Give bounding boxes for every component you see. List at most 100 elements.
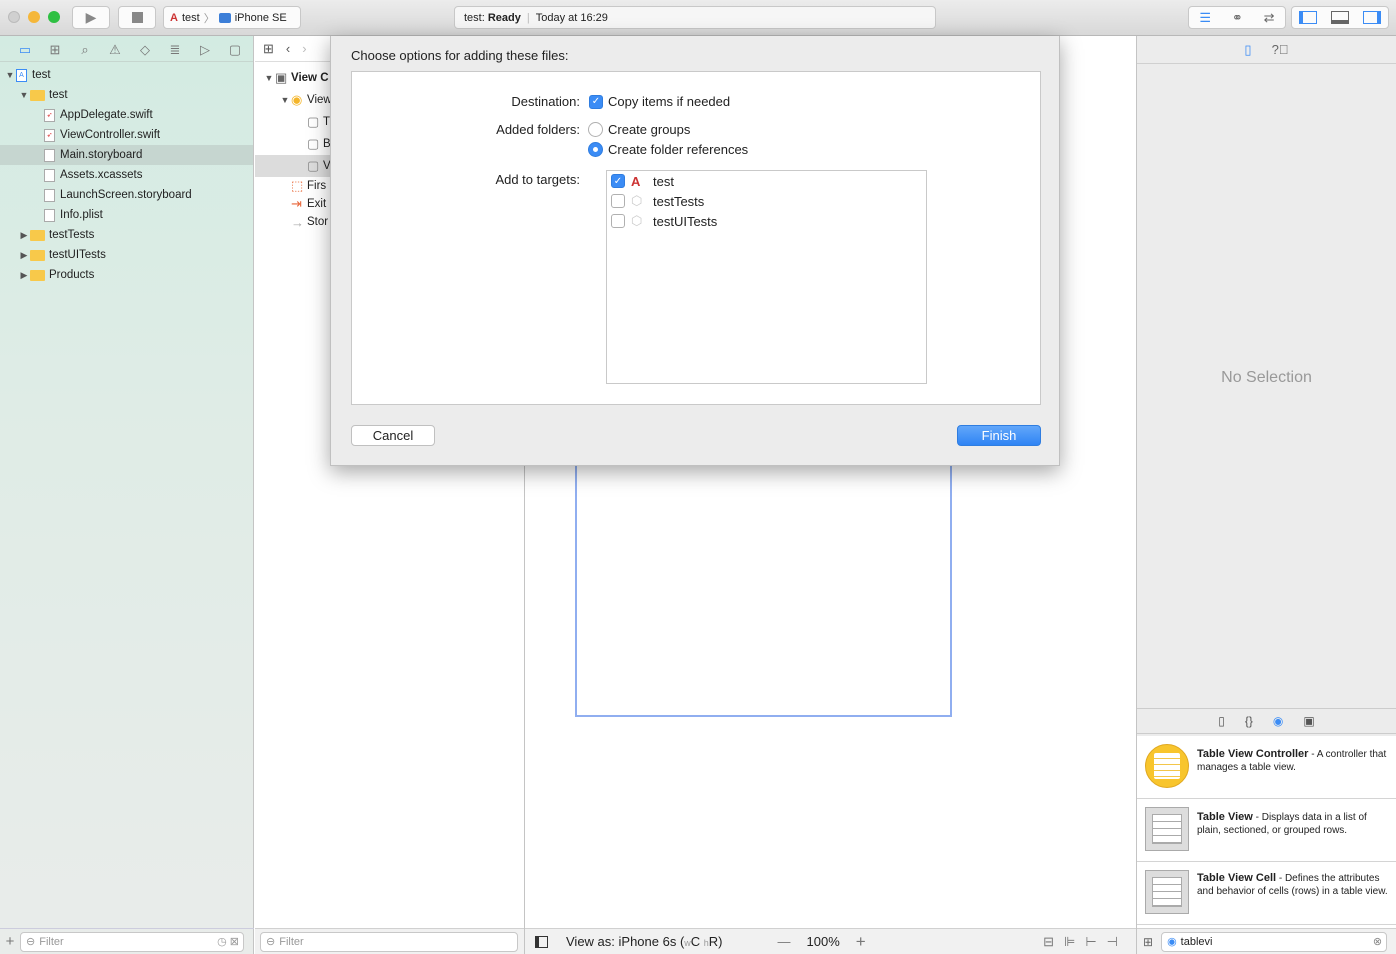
navigator-filter-input[interactable]: ⊖ Filter ◷ ⊠ bbox=[20, 931, 244, 952]
help-icon[interactable]: ?⃝ bbox=[1272, 42, 1289, 57]
checkbox-icon[interactable] bbox=[611, 194, 625, 208]
file-template-icon[interactable]: ▯ bbox=[1218, 714, 1225, 728]
disclosure-icon[interactable]: ▼ bbox=[263, 73, 275, 83]
media-library-icon[interactable]: ▣ bbox=[1303, 714, 1314, 728]
activity-status: test: Ready | Today at 16:29 bbox=[454, 6, 936, 29]
report-icon[interactable]: ▢ bbox=[220, 42, 250, 61]
disclosure-icon[interactable]: ▼ bbox=[18, 90, 30, 100]
warning-icon[interactable]: ⚠ bbox=[100, 42, 130, 61]
view-controller-scene[interactable] bbox=[575, 466, 952, 717]
run-button[interactable]: ▶ bbox=[72, 6, 110, 29]
grid-view-icon[interactable]: ⊞ bbox=[1143, 935, 1153, 949]
create-groups-radio[interactable]: Create groups bbox=[588, 122, 690, 137]
file-tree-item[interactable]: ▼ test bbox=[0, 85, 253, 105]
add-targets-label: Add to targets: bbox=[495, 172, 580, 187]
stop-button[interactable] bbox=[118, 6, 156, 29]
debug-icon[interactable]: ≣ bbox=[160, 42, 190, 61]
table-view-controller-icon bbox=[1145, 744, 1189, 788]
play-icon: ▶ bbox=[85, 9, 97, 25]
filter-icon: ◉ bbox=[1167, 936, 1177, 948]
file-name: test bbox=[32, 69, 51, 81]
file-tree-item[interactable]: Assets.xcassets bbox=[0, 165, 253, 185]
create-folder-refs-label: Create folder references bbox=[608, 142, 749, 157]
file-tree-item[interactable]: Info.plist bbox=[0, 205, 253, 225]
file-name: test bbox=[49, 89, 68, 101]
folder-icon[interactable]: ▭ bbox=[10, 42, 40, 61]
assets-file-icon bbox=[44, 168, 55, 182]
forward-icon[interactable]: › bbox=[302, 41, 306, 56]
finish-button[interactable]: Finish bbox=[957, 425, 1041, 446]
outline-filter-input[interactable]: ⊖ Filter bbox=[260, 931, 518, 952]
disclosure-icon[interactable]: ▶ bbox=[18, 270, 30, 281]
view-as-label: View as: iPhone 6s ( bbox=[566, 934, 685, 949]
minimize-window-button[interactable] bbox=[28, 11, 40, 23]
file-tree-item[interactable]: LaunchScreen.storyboard bbox=[0, 185, 253, 205]
copy-items-label: Copy items if needed bbox=[608, 94, 731, 109]
assistant-editor-icon[interactable]: ⚭ bbox=[1232, 10, 1243, 26]
view-as-button[interactable]: View as: iPhone 6s (wC hR) bbox=[566, 934, 723, 949]
file-tree-item[interactable]: ▶ Products bbox=[0, 265, 253, 285]
target-item[interactable]: ⬡ testTests bbox=[607, 191, 926, 211]
library-item[interactable]: Table View Controller - A controller tha… bbox=[1137, 736, 1396, 799]
outline-toggle-icon[interactable] bbox=[535, 935, 548, 948]
version-editor-icon[interactable]: ⇄ bbox=[1264, 10, 1275, 26]
copy-items-checkbox[interactable]: ✓ Copy items if needed bbox=[589, 94, 730, 109]
target-item[interactable]: ⬡ testUITests bbox=[607, 211, 926, 231]
file-name: ViewController.swift bbox=[60, 129, 161, 141]
file-tree-item[interactable]: ▶ testUITests bbox=[0, 245, 253, 265]
folder-icon bbox=[30, 89, 45, 101]
file-inspector-icon[interactable]: ▯ bbox=[1244, 42, 1251, 58]
cancel-button[interactable]: Cancel bbox=[351, 425, 435, 446]
search-icon[interactable]: ⌕ bbox=[70, 42, 100, 61]
breakpoint-icon[interactable]: ▷ bbox=[190, 42, 220, 61]
library-search-input[interactable]: ◉ tablevi ⊗ bbox=[1161, 931, 1388, 952]
zoom-window-button[interactable] bbox=[48, 11, 60, 23]
clear-search-icon[interactable]: ⊗ bbox=[1373, 935, 1386, 948]
standard-editor-icon[interactable]: ☰ bbox=[1199, 10, 1211, 26]
back-icon[interactable]: ‹ bbox=[286, 41, 290, 56]
object-library-icon[interactable]: ◉ bbox=[1273, 714, 1283, 728]
status-time: Today at 16:29 bbox=[535, 11, 608, 24]
test-icon[interactable]: ◇ bbox=[130, 42, 160, 61]
disclosure-icon[interactable]: ▶ bbox=[18, 250, 30, 261]
layout-tools-icons[interactable]: ⊟⊫⊢⊣ bbox=[1043, 934, 1128, 950]
disclosure-icon[interactable]: ▼ bbox=[279, 95, 291, 105]
outline-label: View bbox=[307, 94, 332, 106]
zoom-out-icon[interactable]: — bbox=[778, 934, 791, 949]
file-tree-item[interactable]: ▶ testTests bbox=[0, 225, 253, 245]
inspector-toggle-icon[interactable] bbox=[1363, 11, 1381, 24]
file-tree-item[interactable]: ➶ ViewController.swift bbox=[0, 125, 253, 145]
file-tree-item[interactable]: Main.storyboard bbox=[0, 145, 253, 165]
library-item-title: Table View Controller bbox=[1197, 748, 1309, 760]
xcode-app-icon: A bbox=[170, 11, 178, 24]
chevron-right-icon: 〉 bbox=[203, 12, 215, 25]
create-folder-references-radio[interactable]: Create folder references bbox=[588, 142, 748, 157]
zoom-in-icon[interactable]: + bbox=[856, 932, 866, 952]
disclosure-icon[interactable]: ▶ bbox=[18, 230, 30, 241]
add-icon[interactable]: + bbox=[0, 933, 20, 950]
size-c: C bbox=[690, 934, 704, 949]
table-view-icon bbox=[1145, 807, 1189, 851]
recent-icon[interactable]: ◷ ⊠ bbox=[217, 935, 243, 948]
filter-icon: ⊖ bbox=[26, 936, 36, 948]
create-groups-label: Create groups bbox=[608, 122, 691, 137]
related-items-icon[interactable]: ⊞ bbox=[263, 41, 274, 57]
disclosure-icon[interactable]: ▼ bbox=[4, 70, 16, 80]
navigator-toggle-icon[interactable] bbox=[1299, 11, 1317, 24]
checkbox-checked-icon[interactable]: ✓ bbox=[611, 174, 625, 188]
checkbox-icon[interactable] bbox=[611, 214, 625, 228]
hierarchy-icon[interactable]: ⊞ bbox=[40, 42, 70, 61]
debug-toggle-icon[interactable] bbox=[1331, 11, 1349, 24]
options-box: Destination: ✓ Copy items if needed Added… bbox=[351, 71, 1041, 405]
close-window-button[interactable] bbox=[8, 11, 20, 23]
file-tree-item[interactable]: ▼ Atest bbox=[0, 65, 253, 85]
canvas-bottom-bar: View as: iPhone 6s (wC hR) — 100% + ⊟⊫⊢⊣ bbox=[525, 928, 1136, 954]
inspector-panel: ▯ ?⃝ No Selection ▯ {} ◉ ▣ Table View Contro… bbox=[1136, 36, 1396, 954]
library-item[interactable]: Table View Cell - Defines the attributes… bbox=[1137, 862, 1396, 925]
checkbox-checked-icon: ✓ bbox=[589, 94, 603, 109]
code-snippet-icon[interactable]: {} bbox=[1245, 714, 1253, 728]
library-item[interactable]: Table View - Displays data in a list of … bbox=[1137, 799, 1396, 862]
file-tree-item[interactable]: ➶ AppDelegate.swift bbox=[0, 105, 253, 125]
scheme-selector[interactable]: A test 〉 iPhone SE bbox=[163, 6, 301, 29]
target-item[interactable]: ✓ Atest bbox=[607, 171, 926, 191]
